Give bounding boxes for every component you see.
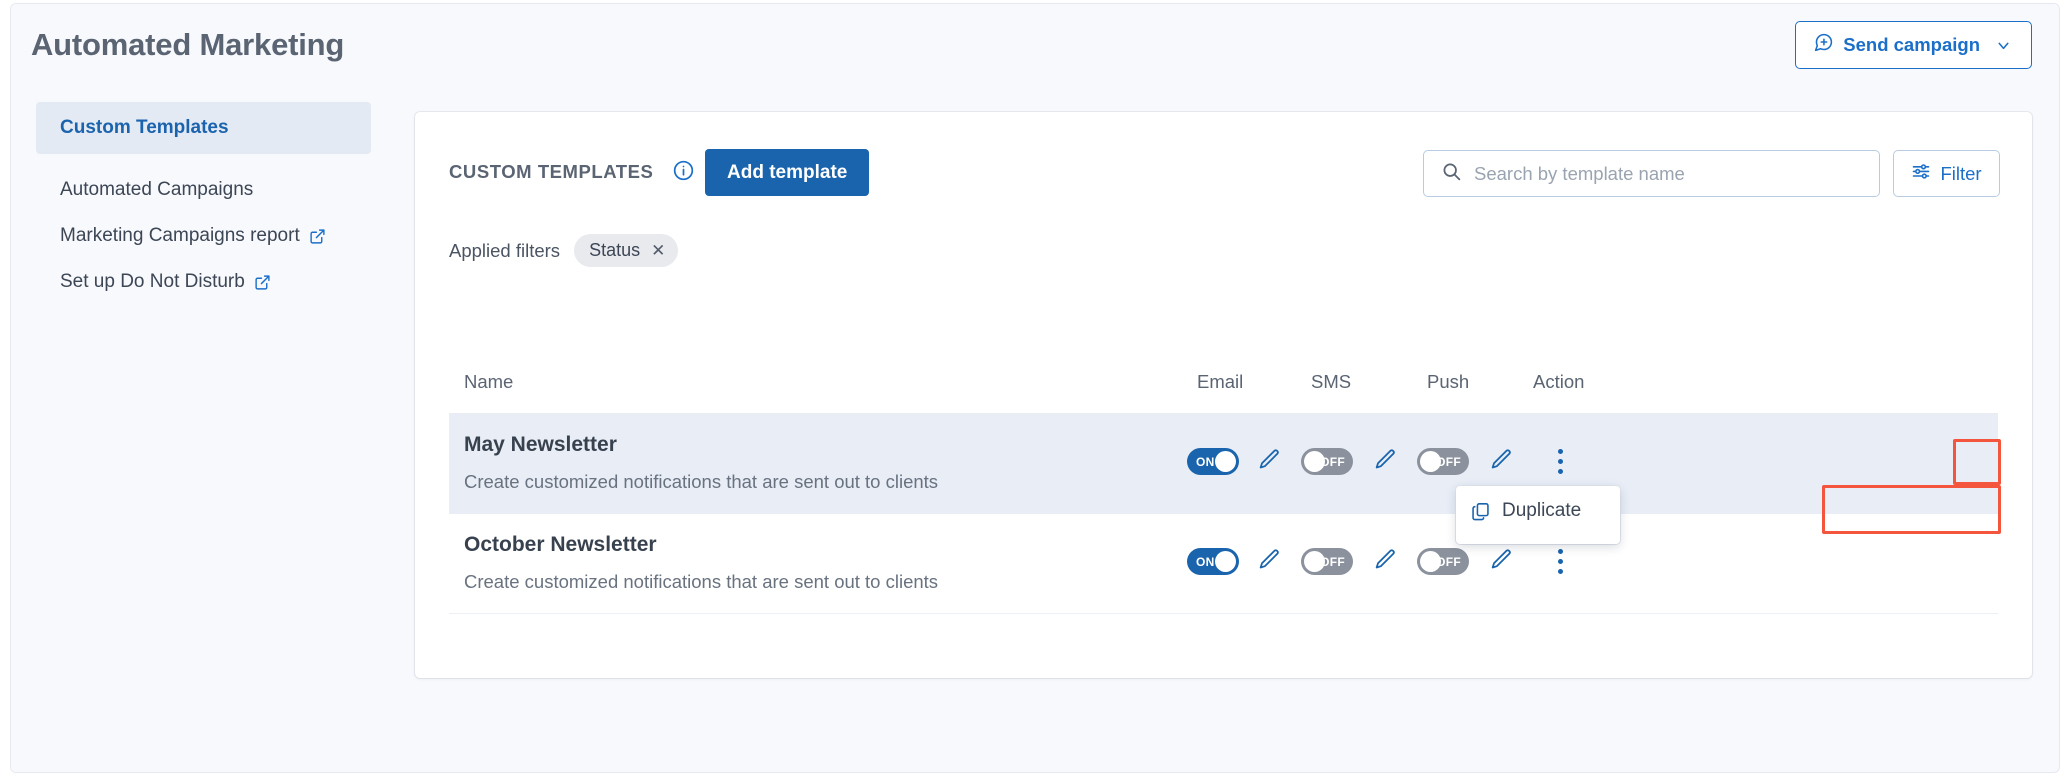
dropdown-item-label: Duplicate (1502, 500, 1582, 521)
add-template-button[interactable]: Add template (705, 149, 870, 196)
kebab-dot (1557, 468, 1563, 474)
templates-table: Name Email SMS Push Action May Newslette… (415, 360, 2032, 614)
sliders-icon (1911, 161, 1931, 186)
chevron-down-icon (1995, 37, 2012, 54)
send-campaign-label: Send campaign (1843, 34, 1980, 55)
edit-email-icon[interactable] (1257, 547, 1282, 572)
info-icon[interactable] (672, 159, 695, 182)
filter-label: Filter (1940, 162, 1982, 184)
column-header-email: Email (1197, 371, 1244, 392)
push-toggle-label: OFF (1436, 454, 1461, 469)
external-link-icon (254, 274, 271, 291)
row-action-menu-button[interactable] (1540, 440, 1580, 482)
applied-filters-row: Applied filters Status ✕ (449, 234, 679, 267)
sms-toggle-label: OFF (1320, 554, 1345, 569)
push-toggle[interactable]: OFF (1417, 548, 1469, 575)
row-action-menu-button[interactable] (1540, 540, 1580, 582)
send-campaign-button[interactable]: Send campaign (1795, 21, 2032, 69)
table-header-row: Name Email SMS Push Action (449, 360, 1998, 414)
toggle-knob (1215, 451, 1236, 472)
sidebar-item-label: Set up Do Not Disturb (60, 271, 245, 292)
table-row[interactable]: May Newsletter Create customized notific… (449, 414, 1998, 544)
edit-sms-icon[interactable] (1373, 547, 1398, 572)
template-name: May Newsletter (464, 433, 617, 456)
column-header-push: Push (1427, 371, 1470, 392)
sidebar-item-label: Custom Templates (60, 117, 229, 138)
close-icon[interactable]: ✕ (651, 242, 665, 259)
email-toggle[interactable]: ON (1187, 448, 1239, 475)
email-toggle-label: ON (1196, 554, 1215, 569)
template-name: October Newsletter (464, 533, 657, 556)
search-icon (1441, 161, 1462, 187)
page-title: Automated Marketing (31, 27, 345, 62)
column-header-action: Action (1533, 371, 1585, 392)
push-toggle-label: OFF (1436, 554, 1461, 569)
sidebar-item-set-up-do-not-disturb[interactable]: Set up Do Not Disturb (36, 256, 371, 308)
sidebar-item-label: Marketing Campaigns report (60, 225, 300, 246)
kebab-dot (1557, 448, 1563, 454)
toggle-knob (1215, 551, 1236, 572)
edit-push-icon[interactable] (1489, 547, 1514, 572)
kebab-dot (1557, 558, 1563, 564)
edit-push-icon[interactable] (1489, 447, 1514, 472)
column-header-sms: SMS (1311, 371, 1352, 392)
external-link-icon (309, 228, 326, 245)
sms-toggle[interactable]: OFF (1301, 448, 1353, 475)
edit-email-icon[interactable] (1257, 447, 1282, 472)
filter-chip-status[interactable]: Status ✕ (574, 234, 679, 267)
email-toggle[interactable]: ON (1187, 548, 1239, 575)
sms-toggle[interactable]: OFF (1301, 548, 1353, 575)
sms-toggle-label: OFF (1320, 454, 1345, 469)
applied-filters-label: Applied filters (449, 239, 561, 261)
sidebar: Custom Templates Automated Campaigns Mar… (11, 92, 406, 772)
search-input[interactable] (1474, 162, 1879, 185)
table-row[interactable]: October Newsletter Create customized not… (449, 514, 1998, 614)
section-title: CUSTOM TEMPLATES (449, 161, 654, 182)
column-header-name: Name (464, 371, 514, 392)
card-toolbar: CUSTOM TEMPLATES Add template Search by … (415, 112, 2032, 208)
templates-card: CUSTOM TEMPLATES Add template Search by … (415, 112, 2032, 678)
email-toggle-label: ON (1196, 454, 1215, 469)
copy-icon (1470, 501, 1491, 522)
kebab-dot (1557, 458, 1563, 464)
dropdown-item-duplicate[interactable]: Duplicate (1456, 492, 1620, 530)
page-header: Automated Marketing Send campaign (11, 4, 2059, 92)
sidebar-item-custom-templates[interactable]: Custom Templates (36, 102, 371, 154)
filter-button[interactable]: Filter (1893, 150, 2000, 197)
search-box[interactable] (1423, 150, 1880, 197)
filter-chip-label: Status (589, 240, 641, 260)
kebab-dot (1557, 548, 1563, 554)
template-description: Create customized notifications that are… (464, 571, 939, 592)
app-window: Automated Marketing Send campaign Custom… (10, 3, 2060, 773)
sidebar-item-automated-campaigns[interactable]: Automated Campaigns (36, 164, 371, 216)
chat-plus-icon (1813, 32, 1834, 58)
edit-sms-icon[interactable] (1373, 447, 1398, 472)
kebab-dot (1557, 568, 1563, 574)
sidebar-item-marketing-campaigns-report[interactable]: Marketing Campaigns report (36, 210, 371, 262)
push-toggle[interactable]: OFF (1417, 448, 1469, 475)
sidebar-item-label: Automated Campaigns (60, 179, 254, 200)
template-description: Create customized notifications that are… (464, 471, 939, 492)
row-action-dropdown: Duplicate (1456, 486, 1620, 544)
